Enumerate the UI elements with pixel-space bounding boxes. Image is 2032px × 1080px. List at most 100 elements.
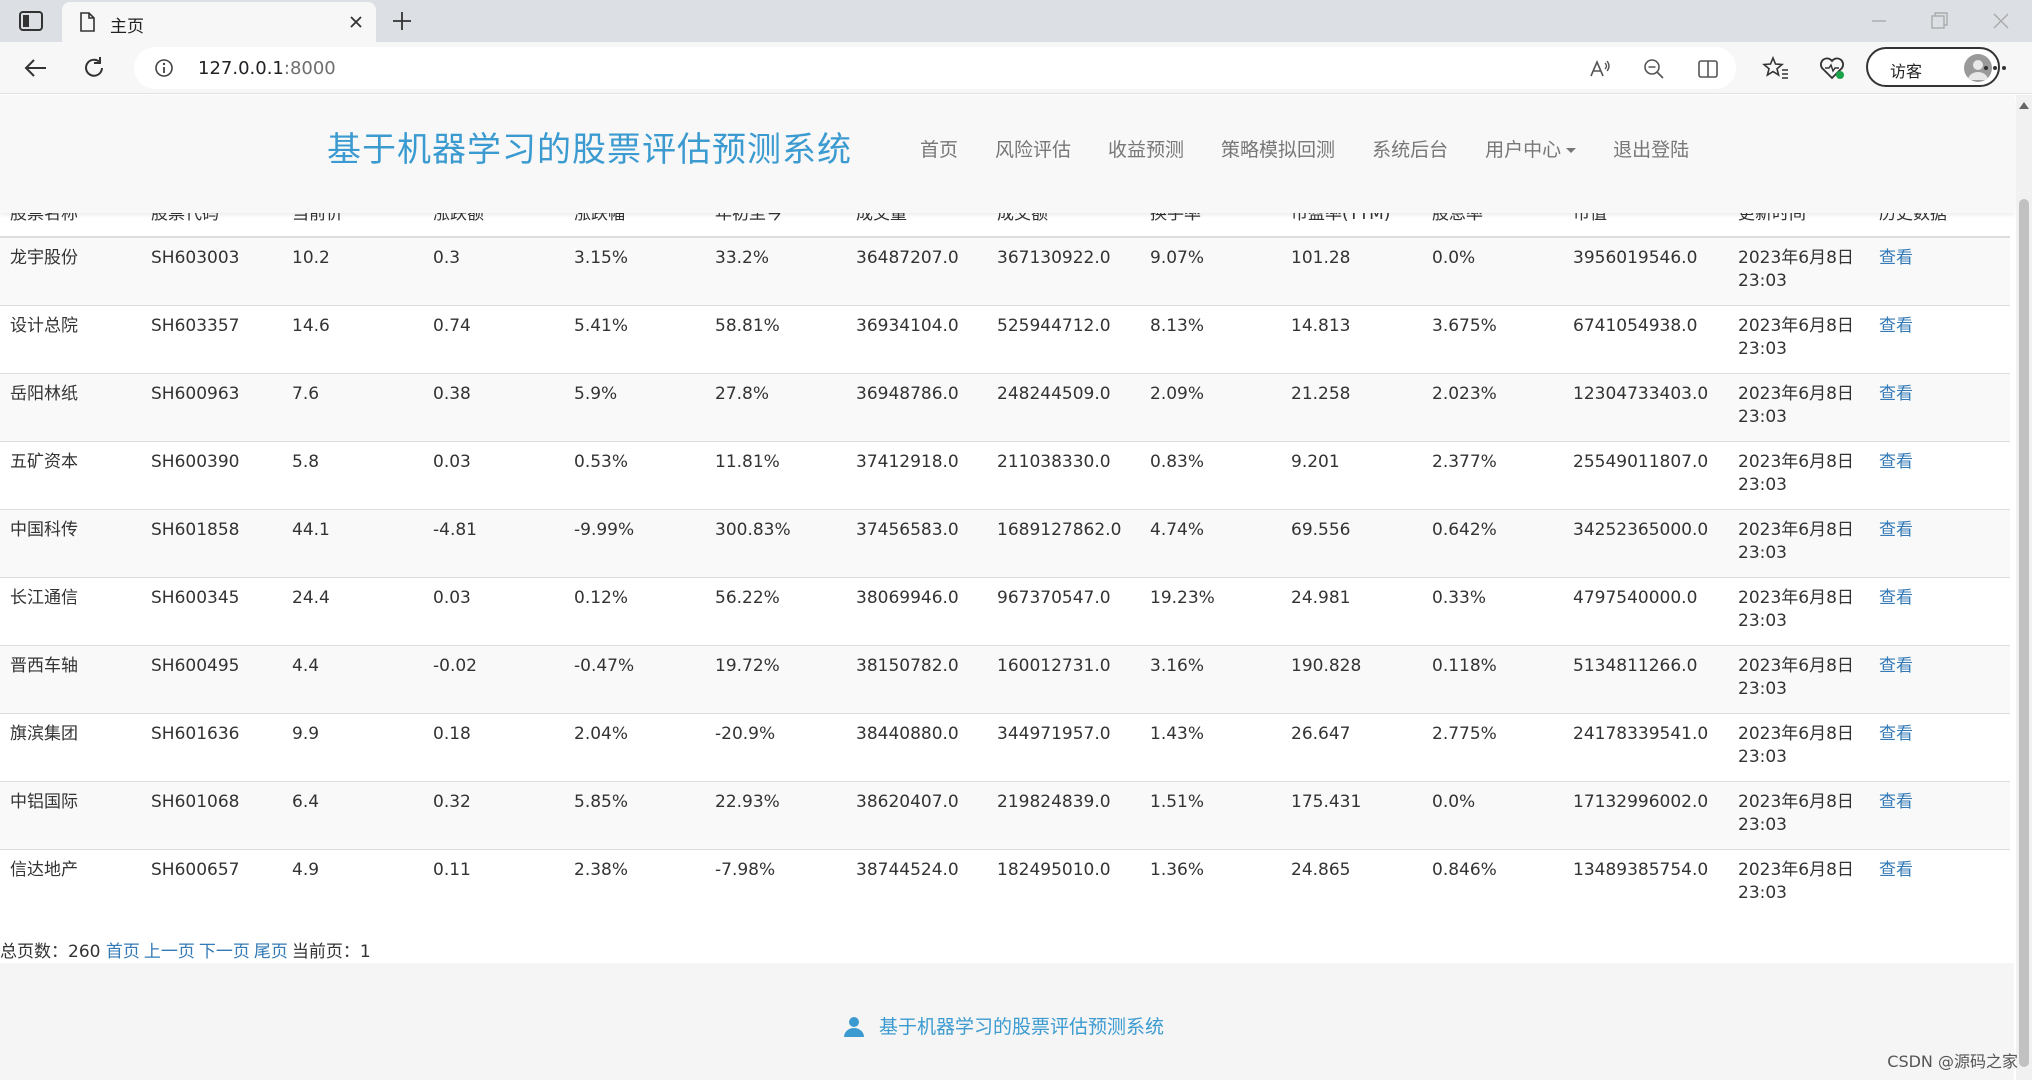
- view-history-link[interactable]: 查看: [1879, 452, 1913, 472]
- address-bar[interactable]: 127.0.0.1:8000: [134, 47, 1736, 89]
- table-cell: 2023年6月8日 23:03: [1728, 236, 1869, 305]
- table-row: 中国科传 SH601858 44.1 -4.81 -9.99% 300.83% 374565…: [0, 508, 2010, 577]
- table-cell: 长江通信: [0, 576, 141, 645]
- table-cell: 0.3: [423, 236, 564, 305]
- nav-strategy-backtest[interactable]: 策略模拟回测: [1221, 135, 1335, 162]
- table-row: 旗滨集团 SH601636 9.9 0.18 2.04% -20.9% 38440880.0…: [0, 712, 2010, 781]
- table-cell: 3.675%: [1422, 304, 1563, 373]
- page-viewport: 股票名称 股票代码 当前价 涨跌额 涨跌幅 年初至今 成交量 成交额 换手率 市…: [0, 95, 2032, 1080]
- table-cell: 182495010.0: [987, 848, 1140, 917]
- table-cell: 3956019546.0: [1563, 236, 1728, 305]
- view-history-link[interactable]: 查看: [1879, 656, 1913, 676]
- total-pages-label: 总页数：260: [0, 942, 101, 962]
- table-cell: 12304733403.0: [1563, 372, 1728, 441]
- view-history-link[interactable]: 查看: [1879, 316, 1913, 336]
- table-cell: 5.85%: [564, 780, 705, 849]
- table-cell: 2023年6月8日 23:03: [1728, 304, 1869, 373]
- table-cell: 2023年6月8日 23:03: [1728, 780, 1869, 849]
- table-cell: SH601636: [141, 712, 282, 781]
- brand-title[interactable]: 基于机器学习的股票评估预测系统: [327, 122, 852, 171]
- table-cell: -0.02: [423, 644, 564, 713]
- url-text[interactable]: 127.0.0.1:8000: [198, 58, 336, 79]
- table-cell: -0.47%: [564, 644, 705, 713]
- zoom-out-icon[interactable]: [1642, 57, 1666, 81]
- view-history-link[interactable]: 查看: [1879, 384, 1913, 404]
- favorites-icon[interactable]: [1762, 54, 1790, 82]
- table-cell: 旗滨集团: [0, 712, 141, 781]
- table-cell: 岳阳林纸: [0, 372, 141, 441]
- browser-tab-bar: 主页: [0, 0, 2032, 42]
- reload-icon[interactable]: [80, 54, 108, 82]
- view-history-link[interactable]: 查看: [1879, 792, 1913, 812]
- table-cell: 14.6: [282, 304, 423, 373]
- table-cell: 晋西车轴: [0, 644, 141, 713]
- first-page-link[interactable]: 首页: [106, 942, 140, 962]
- view-history-link[interactable]: 查看: [1879, 860, 1913, 880]
- split-screen-icon[interactable]: [1696, 57, 1720, 81]
- table-cell: 13489385754.0: [1563, 848, 1728, 917]
- next-page-link[interactable]: 下一页: [199, 942, 250, 962]
- back-arrow-icon[interactable]: [22, 54, 50, 82]
- table-cell: 26.647: [1281, 712, 1422, 781]
- caret-down-icon: [1566, 148, 1577, 153]
- table-cell: 0.74: [423, 304, 564, 373]
- table-cell: 2.38%: [564, 848, 705, 917]
- scroll-thumb[interactable]: [2019, 199, 2029, 1067]
- nav-logout[interactable]: 退出登陆: [1613, 135, 1689, 162]
- minimize-icon[interactable]: [1868, 10, 1890, 32]
- prev-page-link[interactable]: 上一页: [144, 942, 195, 962]
- close-window-icon[interactable]: [1990, 10, 2012, 32]
- footer-content: 基于机器学习的股票评估预测系统: [843, 1012, 1164, 1039]
- last-page-link[interactable]: 尾页: [254, 942, 288, 962]
- table-row: 长江通信 SH600345 24.4 0.03 0.12% 56.22% 38069946.…: [0, 576, 2010, 645]
- table-cell: 36487207.0: [846, 236, 987, 305]
- browser-tab-active[interactable]: 主页: [62, 2, 376, 42]
- table-cell: 0.38: [423, 372, 564, 441]
- table-cell: 9.07%: [1140, 236, 1281, 305]
- table-cell: -4.81: [423, 508, 564, 577]
- table-cell: 38744524.0: [846, 848, 987, 917]
- nav-return-prediction[interactable]: 收益预测: [1108, 135, 1184, 162]
- table-cell: 219824839.0: [987, 780, 1140, 849]
- view-history-link[interactable]: 查看: [1879, 520, 1913, 540]
- history-cell: 查看: [1869, 576, 2010, 645]
- watermark: CSDN @源码之家: [1887, 1052, 2018, 1071]
- browser-essentials-icon[interactable]: [1818, 54, 1846, 82]
- sidebar-toggle-icon[interactable]: [18, 10, 44, 32]
- page-scrollbar[interactable]: [2016, 95, 2032, 1080]
- pagination: 总页数：260 首页 上一页 下一页 尾页 当前页：1: [0, 937, 371, 962]
- table-cell: 38440880.0: [846, 712, 987, 781]
- more-options-icon[interactable]: [1980, 54, 2010, 82]
- nav-admin[interactable]: 系统后台: [1372, 135, 1448, 162]
- history-cell: 查看: [1869, 236, 2010, 305]
- nav-user-center-dropdown[interactable]: 用户中心: [1485, 135, 1577, 162]
- view-history-link[interactable]: 查看: [1879, 248, 1913, 268]
- table-cell: 0.83%: [1140, 440, 1281, 509]
- table-cell: 9.9: [282, 712, 423, 781]
- restore-icon[interactable]: [1928, 10, 1950, 32]
- table-cell: 4.9: [282, 848, 423, 917]
- nav-home[interactable]: 首页: [920, 135, 958, 162]
- view-history-link[interactable]: 查看: [1879, 724, 1913, 744]
- close-tab-icon[interactable]: [346, 12, 366, 32]
- nav-risk-assessment[interactable]: 风险评估: [995, 135, 1071, 162]
- table-cell: 0.118%: [1422, 644, 1563, 713]
- table-cell: 1689127862.0: [987, 508, 1140, 577]
- table-row: 岳阳林纸 SH600963 7.6 0.38 5.9% 27.8% 36948786.0 24…: [0, 372, 2010, 441]
- scroll-up-arrow-icon[interactable]: [2019, 101, 2029, 109]
- current-page-label: 当前页：1: [291, 942, 371, 962]
- table-cell: 24.4: [282, 576, 423, 645]
- table-cell: 0.33%: [1422, 576, 1563, 645]
- table-cell: 10.2: [282, 236, 423, 305]
- table-cell: 0.32: [423, 780, 564, 849]
- table-cell: 24.865: [1281, 848, 1422, 917]
- read-aloud-icon[interactable]: [1588, 57, 1612, 81]
- view-history-link[interactable]: 查看: [1879, 588, 1913, 608]
- site-info-icon[interactable]: [154, 58, 174, 78]
- table-row: 信达地产 SH600657 4.9 0.11 2.38% -7.98% 38744524.0…: [0, 848, 2010, 917]
- new-tab-icon[interactable]: [390, 9, 414, 33]
- table-cell: 龙宇股份: [0, 236, 141, 305]
- table-cell: 4.74%: [1140, 508, 1281, 577]
- table-cell: SH601068: [141, 780, 282, 849]
- table-cell: 五矿资本: [0, 440, 141, 509]
